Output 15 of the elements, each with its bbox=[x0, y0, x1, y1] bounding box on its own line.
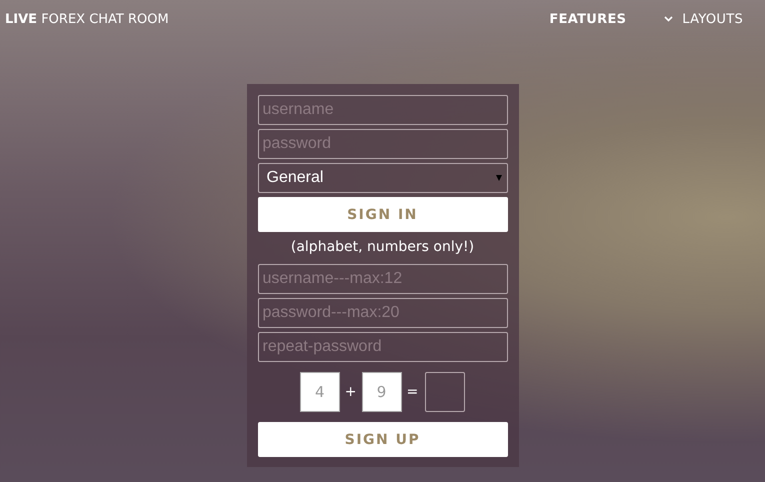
input-field[interactable]: password---max:20 bbox=[258, 298, 508, 328]
input-field[interactable]: username---max:12 bbox=[258, 264, 508, 294]
nav-link[interactable]: FEATURES bbox=[549, 12, 626, 26]
room-select[interactable]: General bbox=[258, 163, 508, 193]
sign-up-button[interactable]: SIGN UP bbox=[258, 422, 508, 457]
nav-link[interactable]: LAYOUTS bbox=[664, 12, 743, 26]
answer-box[interactable] bbox=[425, 372, 466, 412]
site-logo[interactable]: LIVE FOREX CHAT ROOM bbox=[5, 12, 169, 26]
plus-sign: + bbox=[344, 384, 356, 400]
captcha-number: 4 bbox=[300, 372, 340, 412]
captcha-number: 9 bbox=[362, 372, 402, 412]
hint-text: (alphabet, numbers only!) bbox=[290, 238, 476, 257]
equals-sign: = bbox=[406, 384, 418, 400]
input-field[interactable]: repeat-password bbox=[258, 332, 508, 362]
sign-in-button[interactable]: SIGN IN bbox=[258, 197, 508, 232]
